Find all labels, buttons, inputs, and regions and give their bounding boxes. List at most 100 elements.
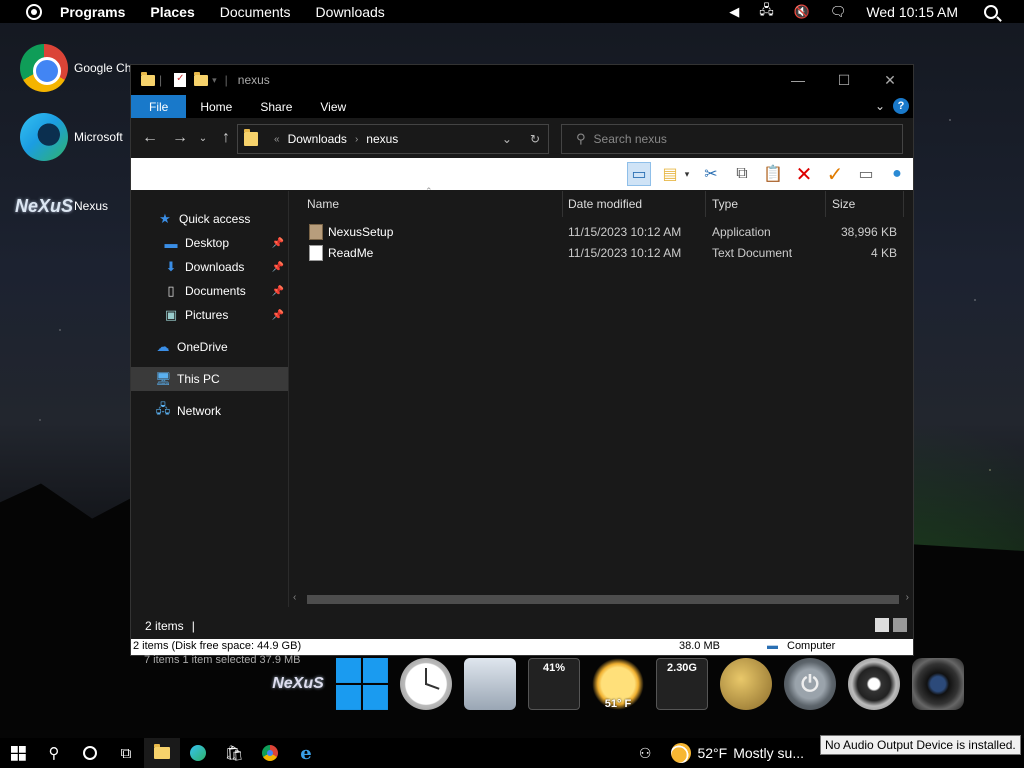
nav-pictures[interactable]: ▣ Pictures 📌 — [131, 303, 288, 327]
desktop-icon-edge[interactable]: Microsoft — [20, 113, 123, 161]
speaker-muted-icon[interactable]: 🔇 — [794, 4, 810, 20]
tab-home[interactable]: Home — [186, 95, 246, 118]
dock-power-icon[interactable] — [784, 658, 836, 710]
address-dropdown-icon[interactable]: ⌄ — [502, 132, 512, 146]
taskbar-edge[interactable] — [180, 738, 216, 768]
breadcrumb-nexus[interactable]: nexus — [366, 132, 398, 146]
forward-icon[interactable]: → — [165, 129, 195, 147]
desktop-icon-chrome[interactable]: Google Ch — [20, 44, 131, 92]
customize-arrow-icon[interactable]: ▾ — [212, 75, 217, 86]
rename-check-icon[interactable]: ✓ — [823, 162, 847, 186]
folder-icon — [244, 129, 258, 146]
dock-windows-icon[interactable] — [336, 658, 388, 710]
table-row[interactable]: ReadMe 11/15/2023 10:12 AM Text Document… — [289, 243, 913, 264]
internet-explorer-icon: e — [300, 742, 312, 764]
dock-nexus-icon[interactable]: NeXuS — [272, 658, 324, 710]
title-bar[interactable]: | ▾ | nexus — ☐ ✕ — [131, 65, 913, 95]
cortana-button[interactable] — [72, 738, 108, 768]
breadcrumb-downloads[interactable]: Downloads — [288, 132, 347, 146]
expand-ribbon-icon[interactable]: ⌄ — [875, 99, 885, 113]
large-icons-view-icon[interactable] — [893, 618, 907, 632]
column-size[interactable]: Size — [826, 191, 904, 217]
help-button[interactable]: ? — [893, 98, 909, 114]
search-input[interactable]: ⚲ Search nexus — [561, 124, 903, 154]
properties-icon[interactable] — [174, 73, 187, 87]
menu-circle-icon[interactable] — [26, 3, 42, 20]
globe-icon[interactable]: ● — [885, 162, 909, 186]
dock-globe-icon[interactable] — [720, 658, 772, 710]
start-button[interactable] — [0, 738, 36, 768]
nav-onedrive[interactable]: ☁ OneDrive — [131, 335, 288, 359]
nav-label: Pictures — [185, 308, 229, 322]
file-name[interactable]: NexusSetup — [328, 225, 393, 239]
dock-network-meter[interactable]: 2.30G — [656, 658, 708, 710]
dock-cpu-meter[interactable]: 41% — [528, 658, 580, 710]
dock-camera-icon[interactable] — [912, 658, 964, 710]
scroll-left-icon[interactable]: ‹ — [293, 592, 296, 603]
tab-share[interactable]: Share — [246, 95, 306, 118]
delete-icon[interactable]: ✕ — [792, 162, 816, 186]
recent-locations-icon[interactable]: ⌄ — [195, 133, 211, 144]
maximize-button[interactable]: ☐ — [821, 65, 867, 95]
address-bar[interactable]: « Downloads › nexus ⌄ ↻ — [237, 124, 549, 154]
column-name[interactable]: Name — [301, 191, 563, 217]
column-type[interactable]: Type — [706, 191, 826, 217]
menu-places[interactable]: Places — [150, 4, 194, 20]
search-icon[interactable]: ⚲ — [36, 738, 72, 768]
table-row[interactable]: NexusSetup 11/15/2023 10:12 AM Applicati… — [289, 222, 913, 243]
menu-downloads[interactable]: Downloads — [316, 4, 385, 20]
scroll-right-icon[interactable]: › — [906, 592, 909, 603]
weather-text[interactable]: Mostly su... — [733, 745, 804, 761]
properties-icon[interactable]: ▭ — [854, 162, 878, 186]
installer-icon — [309, 224, 323, 240]
weather-temp[interactable]: 52°F — [697, 745, 727, 761]
details-view-icon[interactable] — [875, 618, 889, 632]
cut-icon[interactable]: ✂ — [699, 162, 723, 186]
paste-icon[interactable]: 📋 — [761, 162, 785, 186]
folder-icon[interactable] — [141, 71, 155, 86]
column-date-modified[interactable]: Date modified — [562, 191, 706, 217]
nav-this-pc[interactable]: 🖥 This PC — [131, 367, 288, 391]
new-folder-icon[interactable] — [194, 71, 209, 86]
scrollbar-thumb[interactable] — [307, 595, 899, 604]
breadcrumb-separator[interactable]: « — [274, 134, 280, 145]
search-icon[interactable] — [984, 4, 998, 19]
menu-programs[interactable]: Programs — [60, 4, 125, 20]
taskbar-store[interactable]: 🛍 — [216, 738, 252, 768]
folder-options-icon[interactable]: ▤ — [658, 162, 682, 186]
dock-clock-icon[interactable] — [400, 658, 452, 710]
triangle-left-icon[interactable]: ◀ — [729, 4, 739, 20]
top-clock[interactable]: Wed 10:15 AM — [866, 4, 958, 20]
taskbar-explorer[interactable] — [144, 738, 180, 768]
close-button[interactable]: ✕ — [867, 65, 913, 95]
network-icon[interactable]: 🖧 — [759, 1, 774, 23]
file-name[interactable]: ReadMe — [328, 246, 373, 260]
copy-icon[interactable]: ⧉ — [730, 162, 754, 186]
nav-desktop[interactable]: ▬ Desktop 📌 — [131, 231, 288, 255]
nav-downloads[interactable]: ⬇ Downloads 📌 — [131, 255, 288, 279]
nav-network[interactable]: 🖧 Network — [131, 399, 288, 423]
preview-pane-icon[interactable]: ▭ — [627, 162, 651, 186]
tab-file[interactable]: File — [131, 95, 187, 118]
taskbar-chrome[interactable] — [252, 738, 288, 768]
back-icon[interactable]: ← — [135, 129, 165, 147]
dock-recycle-bin-icon[interactable] — [464, 658, 516, 710]
ribbon-tabs: File Home Share View ⌄ ? — [131, 95, 913, 118]
task-view-icon[interactable]: ⧉ — [108, 738, 144, 768]
menu-documents[interactable]: Documents — [220, 4, 291, 20]
horizontal-scrollbar[interactable]: ‹ › — [289, 591, 913, 607]
dock-weather-icon[interactable]: 51° F — [592, 658, 644, 710]
taskbar-ie[interactable]: e — [288, 738, 324, 768]
refresh-icon[interactable]: ↻ — [530, 132, 540, 146]
people-icon[interactable]: ⚇ — [639, 745, 652, 762]
notification-icon[interactable]: 🗨 — [830, 4, 847, 20]
chevron-right-icon[interactable]: › — [355, 134, 358, 145]
nav-quick-access[interactable]: ★ Quick access — [131, 207, 288, 231]
tab-view[interactable]: View — [306, 95, 360, 118]
dropdown-arrow-icon[interactable]: ▾ — [682, 162, 692, 186]
nav-documents[interactable]: ▯ Documents 📌 — [131, 279, 288, 303]
desktop-icon-nexus[interactable]: NeXuS Nexus — [15, 182, 108, 230]
minimize-button[interactable]: — — [775, 65, 821, 95]
dock-speaker-icon[interactable] — [848, 658, 900, 710]
weather-icon[interactable] — [671, 743, 692, 763]
